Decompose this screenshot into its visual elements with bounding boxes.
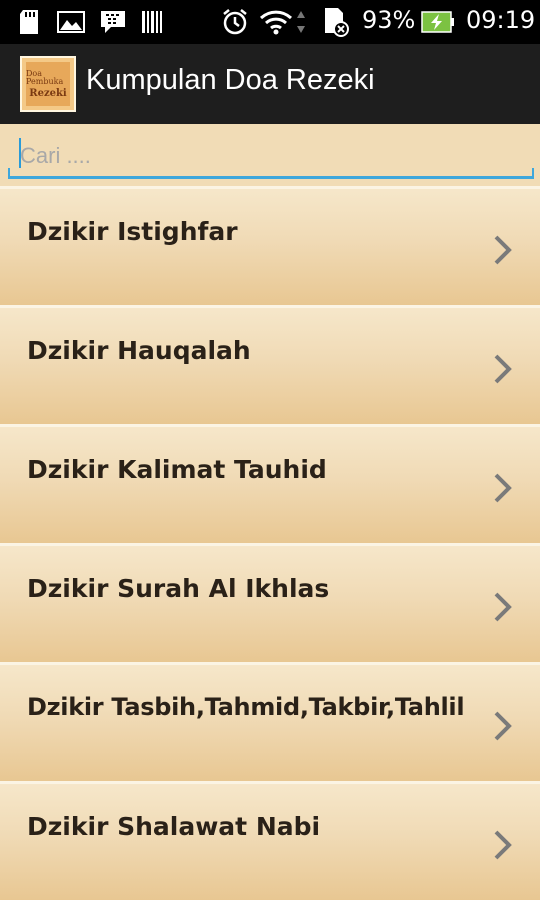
list-item-dzikir-hauqalah[interactable]: Dzikir Hauqalah	[0, 305, 540, 424]
image-icon	[56, 9, 86, 35]
wifi-icon	[258, 9, 294, 35]
search-underline-left-tick	[8, 168, 10, 178]
battery-charging-icon	[420, 9, 456, 35]
app-icon-text-top: Doa Pembuka	[26, 68, 64, 86]
text-cursor	[19, 138, 21, 168]
list-item-label: Dzikir Shalawat Nabi	[27, 812, 321, 841]
list-item-label: Dzikir Hauqalah	[27, 336, 251, 365]
chevron-right-icon	[490, 590, 516, 624]
app-icon[interactable]: Doa Pembuka Rezeki	[20, 56, 76, 112]
chevron-right-icon	[490, 471, 516, 505]
list-item-dzikir-surah-al-ikhlas[interactable]: Dzikir Surah Al Ikhlas	[0, 543, 540, 662]
search-input[interactable]	[10, 138, 530, 174]
action-bar: Doa Pembuka Rezeki Kumpulan Doa Rezeki	[0, 44, 540, 124]
alarm-icon	[220, 9, 250, 35]
app-icon-text-bottom: Rezeki	[29, 87, 67, 99]
chevron-right-icon	[490, 709, 516, 743]
list-item-dzikir-shalawat-nabi[interactable]: Dzikir Shalawat Nabi	[0, 781, 540, 900]
list-item-label: Dzikir Istighfar	[27, 217, 238, 246]
barcode-icon	[140, 9, 164, 35]
data-arrows-icon	[294, 9, 308, 35]
list-item-dzikir-tasbih[interactable]: Dzikir Tasbih,Tahmid,Takbir,Tahlil	[0, 662, 540, 781]
sd-card-icon	[16, 9, 42, 35]
battery-percent: 93%	[362, 6, 416, 34]
list-item-dzikir-istighfar[interactable]: Dzikir Istighfar	[0, 186, 540, 305]
list-item-dzikir-kalimat-tauhid[interactable]: Dzikir Kalimat Tauhid	[0, 424, 540, 543]
list-item-label: Dzikir Surah Al Ikhlas	[27, 574, 330, 603]
sim-off-icon	[320, 8, 350, 37]
search-underline	[8, 176, 534, 179]
clock: 09:19	[466, 6, 536, 34]
chevron-right-icon	[490, 233, 516, 267]
status-bar: 93% 09:19	[0, 0, 540, 44]
search-underline-right-tick	[532, 168, 534, 178]
chevron-right-icon	[490, 828, 516, 862]
doa-list: Dzikir Istighfar Dzikir Hauqalah Dzikir …	[0, 186, 540, 900]
list-item-label: Dzikir Tasbih,Tahmid,Takbir,Tahlil	[27, 693, 465, 721]
bbm-icon	[98, 9, 128, 35]
app-title: Kumpulan Doa Rezeki	[86, 64, 375, 96]
list-item-label: Dzikir Kalimat Tauhid	[27, 455, 327, 484]
chevron-right-icon	[490, 352, 516, 386]
